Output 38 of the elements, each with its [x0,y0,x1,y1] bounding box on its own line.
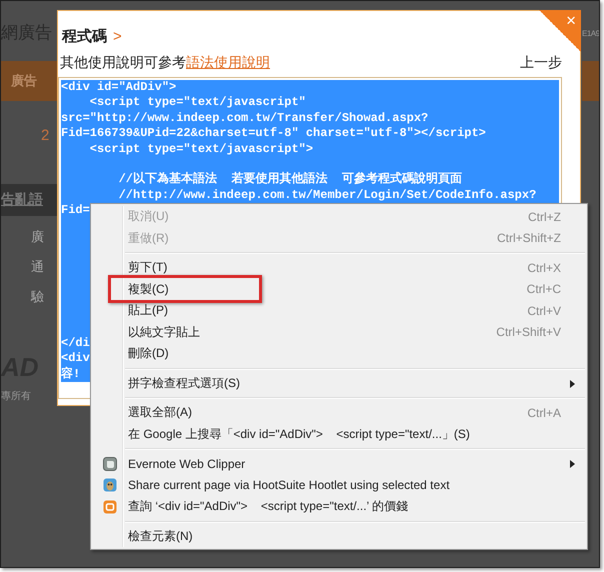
code-line: <script type="text/javascript" [88,95,306,111]
code-line: </di [61,336,90,352]
code-line: <script type="text/javascript"> [88,142,314,158]
menu-item[interactable]: 拼字檢查程式選項(S) [91,372,587,394]
menu-item[interactable]: 貼上(P) Ctrl+V [91,300,587,322]
submenu-arrow-icon [570,380,575,388]
menu-item[interactable]: 剪下(T) Ctrl+X [91,257,587,278]
menu-item[interactable]: 刪除(D) [91,343,587,364]
code-line: src="http://www.indeep.com.tw/Transfer/Showad.aspx? [61,110,428,126]
page-heading: E1A9 [582,28,599,39]
list-item: 驗 [31,288,45,306]
menu-item[interactable]: Share current page via HootSuite Hootlet using selected text [91,474,587,496]
footer-text: 專所有 [1,390,32,403]
code-line: <div id="AdDiv"> [61,80,176,96]
menu-item[interactable]: 查詢 ‘<div id="AdDiv"> <script type="text/...’ 的價錢 [91,496,587,518]
code-line: Fid=166739&UPid=22&charset=utf-8" charset="utf-8"></script> [61,126,486,142]
code-line: //以下為基本語法 若要使用其他語法 可參考程式碼說明頁面 [118,172,462,188]
code-line: <div [61,351,90,366]
back-link[interactable]: 上一步 [520,54,562,72]
list-item: 廣 [31,228,45,246]
menu-item[interactable]: 複製(C) Ctrl+C [91,278,587,300]
menu-item[interactable]: Evernote Web Clipper [91,453,587,474]
nav-bar [582,61,599,101]
menu-item[interactable]: 在 Google 上搜尋「<div id="AdDiv"> <script type="text/...」(S) [91,424,587,445]
nav-bar: 廣告 [1,61,57,101]
menu-item[interactable]: 選取全部(A) Ctrl+A [91,402,587,424]
list-item: 通 [31,258,45,276]
dialog-title: 程式碼 [62,26,107,46]
step-number: 2 [41,127,50,144]
submenu-arrow-icon [570,460,575,468]
code-line: 容! [61,366,80,382]
help-text: 其他使用說明可參考語法使用說明 [60,54,270,72]
code-line: Fid= [61,203,90,219]
menu-item[interactable]: 檢查元素(N) [91,526,587,547]
code-line: //http://www.indeep.com.tw/Member/Login/Set/CodeInfo.aspx? [118,188,536,204]
owl-icon [102,478,116,492]
menu-item[interactable]: 以純文字貼上 Ctrl+Shift+V [91,322,587,343]
title-arrow: > [113,28,122,44]
